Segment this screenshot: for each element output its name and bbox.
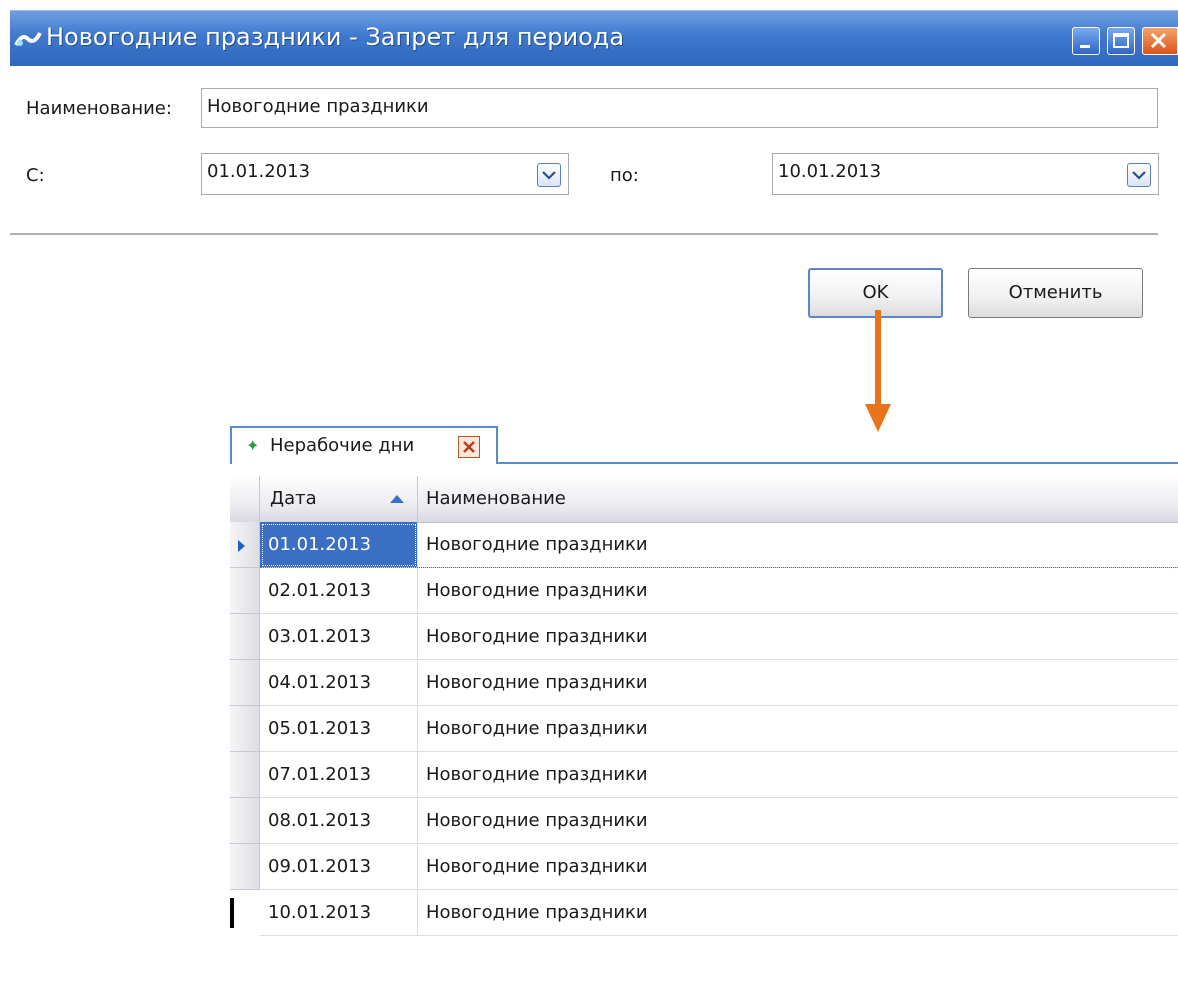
name-cell[interactable]: Новогодние праздники — [418, 660, 1178, 706]
name-cell[interactable]: Новогодние праздники — [418, 706, 1178, 752]
chevron-down-icon — [1132, 171, 1146, 180]
date-cell[interactable]: 02.01.2013 — [260, 568, 418, 614]
row-indicator[interactable] — [230, 522, 260, 568]
row-indicator[interactable] — [230, 568, 260, 614]
close-icon — [463, 441, 475, 453]
from-date-dropdown-button[interactable] — [537, 163, 561, 187]
table-row[interactable]: 10.01.2013 Новогодние праздники — [230, 890, 1178, 936]
date-cell[interactable]: 03.01.2013 — [260, 614, 418, 660]
minimize-icon — [1080, 45, 1090, 48]
date-cell[interactable]: 07.01.2013 — [260, 752, 418, 798]
row-indicator[interactable] — [230, 660, 260, 706]
maximize-button[interactable] — [1107, 27, 1135, 55]
app-icon — [14, 29, 42, 51]
row-indicator-header — [230, 476, 260, 522]
row-indicator[interactable] — [230, 706, 260, 752]
maximize-icon — [1113, 33, 1129, 48]
holidays-grid: Дата Наименование 01.01.2013 Новогодние п… — [230, 476, 1178, 936]
name-cell[interactable]: Новогодние праздники — [418, 522, 1178, 568]
name-cell[interactable]: Новогодние праздники — [418, 614, 1178, 660]
row-indicator[interactable] — [230, 890, 260, 936]
from-label: С: — [26, 165, 45, 186]
row-indicator[interactable] — [230, 798, 260, 844]
close-button[interactable] — [1142, 27, 1178, 55]
name-field[interactable]: Новогодние праздники — [201, 88, 1158, 128]
table-row[interactable]: 03.01.2013 Новогодние праздники — [230, 614, 1178, 660]
name-cell[interactable]: Новогодние праздники — [418, 568, 1178, 614]
column-header-date-label: Дата — [270, 488, 317, 509]
annotation-arrow — [865, 310, 891, 432]
row-indicator[interactable] — [230, 752, 260, 798]
form-separator — [10, 233, 1158, 236]
from-date-value: 01.01.2013 — [207, 161, 311, 182]
column-header-date[interactable]: Дата — [260, 476, 418, 522]
cancel-button[interactable]: Отменить — [968, 268, 1143, 318]
chevron-down-icon — [542, 171, 556, 180]
table-row[interactable]: 05.01.2013 Новогодние праздники — [230, 706, 1178, 752]
name-cell[interactable]: Новогодние праздники — [418, 890, 1178, 936]
table-row[interactable]: 04.01.2013 Новогодние праздники — [230, 660, 1178, 706]
date-cell[interactable]: 09.01.2013 — [260, 844, 418, 890]
table-row[interactable]: 02.01.2013 Новогодние праздники — [230, 568, 1178, 614]
date-cell[interactable]: 04.01.2013 — [260, 660, 418, 706]
tab-label: Нерабочие дни — [270, 435, 415, 456]
to-label: по: — [610, 165, 639, 186]
column-header-name[interactable]: Наименование — [418, 476, 1178, 522]
table-row[interactable]: 08.01.2013 Новогодние праздники — [230, 798, 1178, 844]
tab-close-button[interactable] — [458, 436, 480, 458]
window-titlebar[interactable]: Новогодние праздники - Запрет для период… — [10, 10, 1178, 66]
to-date-field[interactable]: 10.01.2013 — [772, 153, 1159, 195]
name-label: Наименование: — [26, 98, 172, 119]
close-icon — [1150, 32, 1167, 49]
minimize-button[interactable] — [1072, 27, 1100, 55]
grid-header: Дата Наименование — [230, 476, 1178, 523]
table-row[interactable]: 09.01.2013 Новогодние праздники — [230, 844, 1178, 890]
table-row[interactable]: 01.01.2013 Новогодние праздники — [230, 522, 1178, 568]
to-date-value: 10.01.2013 — [778, 161, 882, 182]
tab-nonworking-days[interactable]: ✦ Нерабочие дни — [230, 426, 498, 464]
row-indicator[interactable] — [230, 844, 260, 890]
name-cell[interactable]: Новогодние праздники — [418, 798, 1178, 844]
date-cell[interactable]: 10.01.2013 — [260, 890, 418, 936]
sort-ascending-icon — [390, 495, 404, 503]
current-row-icon — [238, 540, 245, 552]
to-date-dropdown-button[interactable] — [1127, 163, 1151, 187]
row-indicator[interactable] — [230, 614, 260, 660]
window-title: Новогодние праздники - Запрет для период… — [46, 23, 625, 51]
table-row[interactable]: 07.01.2013 Новогодние праздники — [230, 752, 1178, 798]
from-date-field[interactable]: 01.01.2013 — [201, 153, 569, 195]
date-cell[interactable]: 08.01.2013 — [260, 798, 418, 844]
name-cell[interactable]: Новогодние праздники — [418, 752, 1178, 798]
new-row-marker — [230, 898, 234, 928]
date-cell[interactable]: 01.01.2013 — [260, 522, 418, 568]
date-cell[interactable]: 05.01.2013 — [260, 706, 418, 752]
name-cell[interactable]: Новогодние праздники — [418, 844, 1178, 890]
star-icon: ✦ — [246, 436, 260, 455]
